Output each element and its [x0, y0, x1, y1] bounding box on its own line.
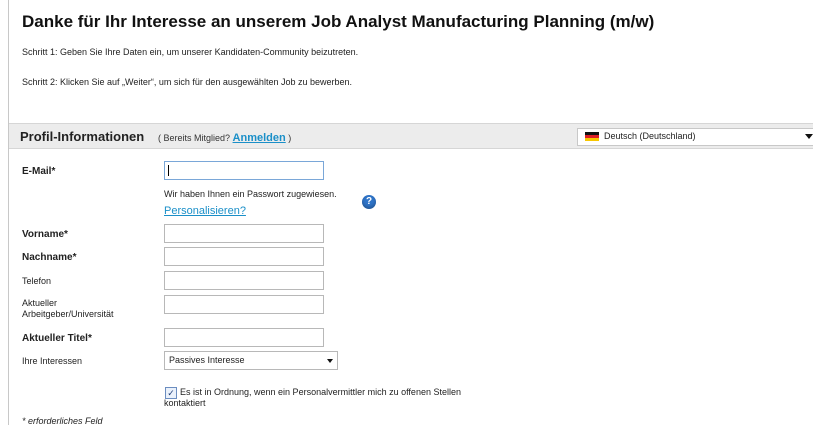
german-flag-icon	[585, 132, 599, 141]
lastname-label: Nachname*	[22, 252, 77, 263]
email-label: E-Mail*	[22, 166, 56, 177]
language-select[interactable]: Deutsch (Deutschland)	[577, 128, 813, 146]
employer-label-line2: Arbeitgeber/Universität	[22, 309, 114, 319]
page-title: Danke für Ihr Interesse an unserem Job A…	[22, 12, 655, 31]
text-caret	[168, 165, 169, 176]
chevron-down-icon	[327, 359, 333, 363]
interests-select[interactable]: Passives Interesse	[164, 351, 338, 370]
consent-text: Es ist in Ordnung, wenn ein Personalverm…	[164, 387, 461, 408]
phone-field[interactable]	[164, 271, 324, 290]
profile-section-header: Profil-Informationen ( Bereits Mitglied?…	[9, 123, 813, 149]
interests-label: Ihre Interessen	[22, 356, 83, 366]
consent-checkbox[interactable]: ✓	[165, 387, 177, 399]
profile-section-title: Profil-Informationen	[20, 129, 145, 144]
interests-select-value: Passives Interesse	[169, 355, 245, 365]
job-title-label: Aktueller Titel*	[22, 333, 92, 344]
password-note: Wir haben Ihnen ein Passwort zugewiesen.	[164, 189, 337, 199]
lastname-field[interactable]	[164, 247, 324, 266]
member-login-prompt: ( Bereits Mitglied? Anmelden )	[158, 132, 291, 144]
employer-field[interactable]	[164, 295, 324, 314]
step-1-text: Schritt 1: Geben Sie Ihre Daten ein, um …	[22, 47, 359, 57]
employer-label-line1: Aktueller	[22, 298, 58, 308]
firstname-label: Vorname*	[22, 229, 68, 240]
application-form-frame: Danke für Ihr Interesse an unserem Job A…	[8, 0, 813, 425]
personalize-link[interactable]: Personalisieren?	[164, 205, 246, 217]
member-prefix: ( Bereits Mitglied?	[158, 133, 231, 143]
firstname-field[interactable]	[164, 224, 324, 243]
job-title-field[interactable]	[164, 328, 324, 347]
employer-label: Aktueller Arbeitgeber/Universität	[22, 298, 114, 320]
email-field[interactable]	[164, 161, 324, 180]
login-link[interactable]: Anmelden	[233, 132, 286, 144]
language-select-value: Deutsch (Deutschland)	[604, 131, 696, 141]
question-mark-icon[interactable]: ?	[362, 195, 376, 209]
chevron-down-icon	[805, 134, 813, 139]
member-suffix: )	[288, 133, 292, 143]
step-2-text: Schritt 2: Klicken Sie auf „Weiter“, um …	[22, 77, 352, 87]
required-field-note: * erforderliches Feld	[22, 416, 103, 425]
phone-label: Telefon	[22, 276, 52, 286]
